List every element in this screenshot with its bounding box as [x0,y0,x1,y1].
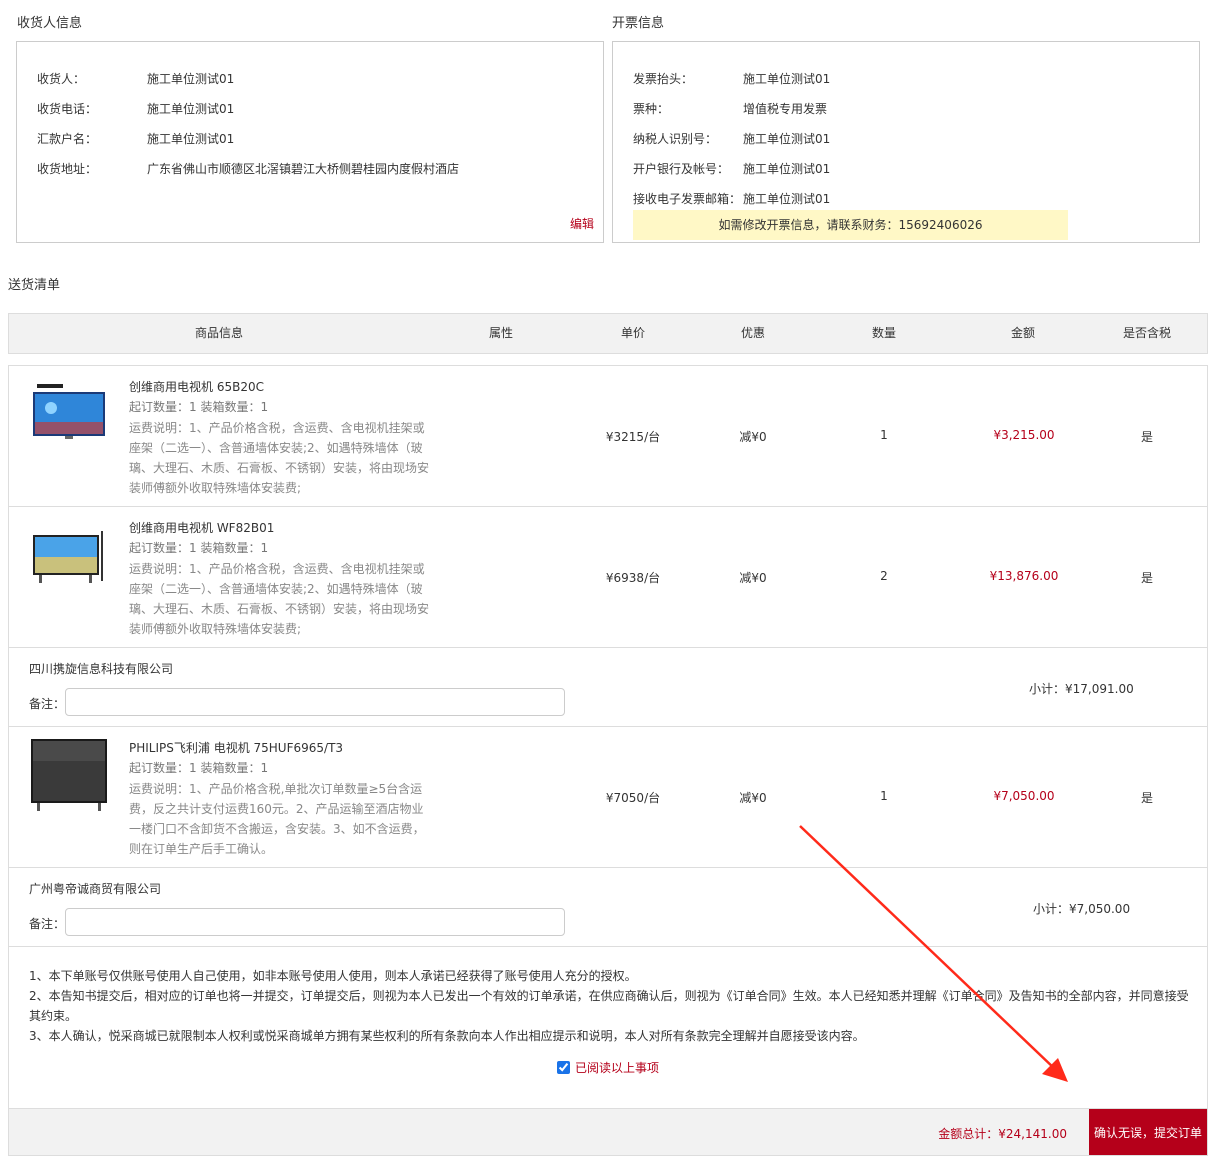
remit-name-label: 汇款户名： [37,132,98,146]
agree-label: 已阅读以上事项 [575,1061,660,1075]
invoice-header-value: 施工单位测试01 [743,72,831,86]
product-image[interactable] [31,384,107,442]
table-row: 创维商用电视机 WF82B01 起订数量：1 装箱数量：1 运费说明：1、产品价… [9,507,1207,648]
product-discount: 减¥0 [739,791,767,805]
header-attribute: 属性 [488,326,513,340]
receiver-address-value: 广东省佛山市顺德区北滘镇碧江大桥侧碧桂园内度假村酒店 [147,162,460,176]
shop-name: 四川携旋信息科技有限公司 [29,662,174,676]
shop-subtotal: 小计：¥17,091.00 [1029,682,1134,696]
delivery-table-body: 创维商用电视机 65B20C 起订数量：1 装箱数量：1 运费说明：1、产品价格… [8,365,1208,1108]
remark-input[interactable] [65,688,565,716]
table-row: 创维商用电视机 65B20C 起订数量：1 装箱数量：1 运费说明：1、产品价格… [9,366,1207,507]
receiver-phone-value: 施工单位测试01 [147,102,235,116]
bank-account-label: 开户银行及帐号： [633,162,730,176]
product-min-qty: 起订数量：1 装箱数量：1 [129,761,269,775]
header-amount: 金额 [1010,326,1035,340]
taxpayer-id-label: 纳税人识别号： [633,132,718,146]
product-name[interactable]: 创维商用电视机 65B20C [129,378,264,395]
product-amount: ¥7,050.00 [993,789,1055,803]
remark-label: 备注： [29,917,66,931]
product-quantity: 1 [880,789,888,803]
product-min-qty: 起订数量：1 装箱数量：1 [129,400,269,414]
invoice-email-label: 接收电子发票邮箱： [633,192,742,206]
header-quantity: 数量 [871,326,896,340]
bank-account-value: 施工单位测试01 [743,162,831,176]
header-unit-price: 单价 [620,326,645,340]
shop-subtotal: 小计：¥7,050.00 [1033,902,1131,916]
product-tax-included: 是 [1140,791,1153,805]
invoice-email-value: 施工单位测试01 [743,192,831,206]
delivery-table-header: 商品信息 属性 单价 优惠 数量 金额 是否含税 [8,313,1208,354]
submit-order-button[interactable]: 确认无误，提交订单 [1089,1109,1207,1155]
receiver-section-title: 收货人信息 [17,16,83,31]
taxpayer-id-value: 施工单位测试01 [743,132,831,146]
invoice-type-label: 票种： [633,102,670,116]
invoice-info-box: 发票抬头： 施工单位测试01 票种： 增值税专用发票 纳税人识别号： 施工单位测… [612,41,1200,243]
product-quantity: 1 [880,428,888,442]
invoice-header-label: 发票抬头： [633,72,694,86]
product-discount: 减¥0 [739,430,767,444]
shop-name: 广州粤帝诚商贸有限公司 [29,882,162,896]
shop-section: 四川携旋信息科技有限公司 备注： 小计：¥17,091.00 [9,648,1207,727]
product-shipping-note: 运费说明：1、产品价格含税，含运费、含电视机挂架或座架（二选一）、含普通墙体安装… [129,421,430,495]
product-unit-price: ¥3215/台 [605,430,661,444]
product-amount: ¥3,215.00 [993,428,1055,442]
product-name[interactable]: 创维商用电视机 WF82B01 [129,519,274,536]
product-name[interactable]: PHILIPS飞利浦 电视机 75HUF6965/T3 [129,739,343,756]
invoice-section-title: 开票信息 [612,16,665,31]
product-quantity: 2 [880,569,888,583]
receiver-address-label: 收货地址： [37,162,98,176]
order-footer: 金额总计：¥24,141.00 确认无误，提交订单 [8,1108,1208,1156]
terms-item: 2、本告知书提交后，相对应的订单也将一并提交，订单提交后，则视为本人已发出一个有… [29,989,1189,1023]
product-image[interactable] [31,739,107,811]
terms-item: 1、本下单账号仅供账号使用人自己使用，如非本账号使用人使用，则本人承诺已经获得了… [29,969,637,983]
edit-receiver-link[interactable]: 编辑 [570,215,594,232]
invoice-notice: 如需修改开票信息，请联系财务：15692406026 [633,210,1068,240]
product-tax-included: 是 [1140,430,1153,444]
product-shipping-note: 运费说明：1、产品价格含税，含运费、含电视机挂架或座架（二选一）、含普通墙体安装… [129,562,430,636]
table-row: PHILIPS飞利浦 电视机 75HUF6965/T3 起订数量：1 装箱数量：… [9,727,1207,868]
agree-checkbox[interactable] [557,1061,570,1074]
terms-notice: 1、本下单账号仅供账号使用人自己使用，如非本账号使用人使用，则本人承诺已经获得了… [29,966,1189,1046]
product-shipping-note: 运费说明：1、产品价格含税,单批次订单数量≥5台含运费，反之共计支付运费160元… [129,782,425,856]
remit-name-value: 施工单位测试01 [147,132,235,146]
product-discount: 减¥0 [739,571,767,585]
header-discount: 优惠 [740,326,765,340]
remark-input[interactable] [65,908,565,936]
order-total: 金额总计：¥24,141.00 [938,1127,1067,1141]
product-unit-price: ¥6938/台 [605,571,661,585]
header-product-info: 商品信息 [194,326,243,340]
product-image[interactable] [31,529,107,587]
shop-section: 广州粤帝诚商贸有限公司 备注： 小计：¥7,050.00 [9,868,1207,947]
product-amount: ¥13,876.00 [989,569,1059,583]
invoice-type-value: 增值税专用发票 [743,102,828,116]
product-unit-price: ¥7050/台 [605,791,661,805]
receiver-name-value: 施工单位测试01 [147,72,235,86]
product-tax-included: 是 [1140,571,1153,585]
receiver-name-label: 收货人： [37,72,86,86]
receiver-phone-label: 收货电话： [37,102,98,116]
terms-item: 3、本人确认，悦采商城已就限制本人权利或悦采商城单方拥有某些权利的所有条款向本人… [29,1029,865,1043]
agree-checkbox-row[interactable]: 已阅读以上事项 [557,1059,659,1076]
header-tax-included: 是否含税 [1122,326,1171,340]
receiver-info-box: 收货人： 施工单位测试01 收货电话： 施工单位测试01 汇款户名： 施工单位测… [16,41,604,243]
delivery-section-title: 送货清单 [8,278,61,293]
remark-label: 备注： [29,697,66,711]
product-min-qty: 起订数量：1 装箱数量：1 [129,541,269,555]
